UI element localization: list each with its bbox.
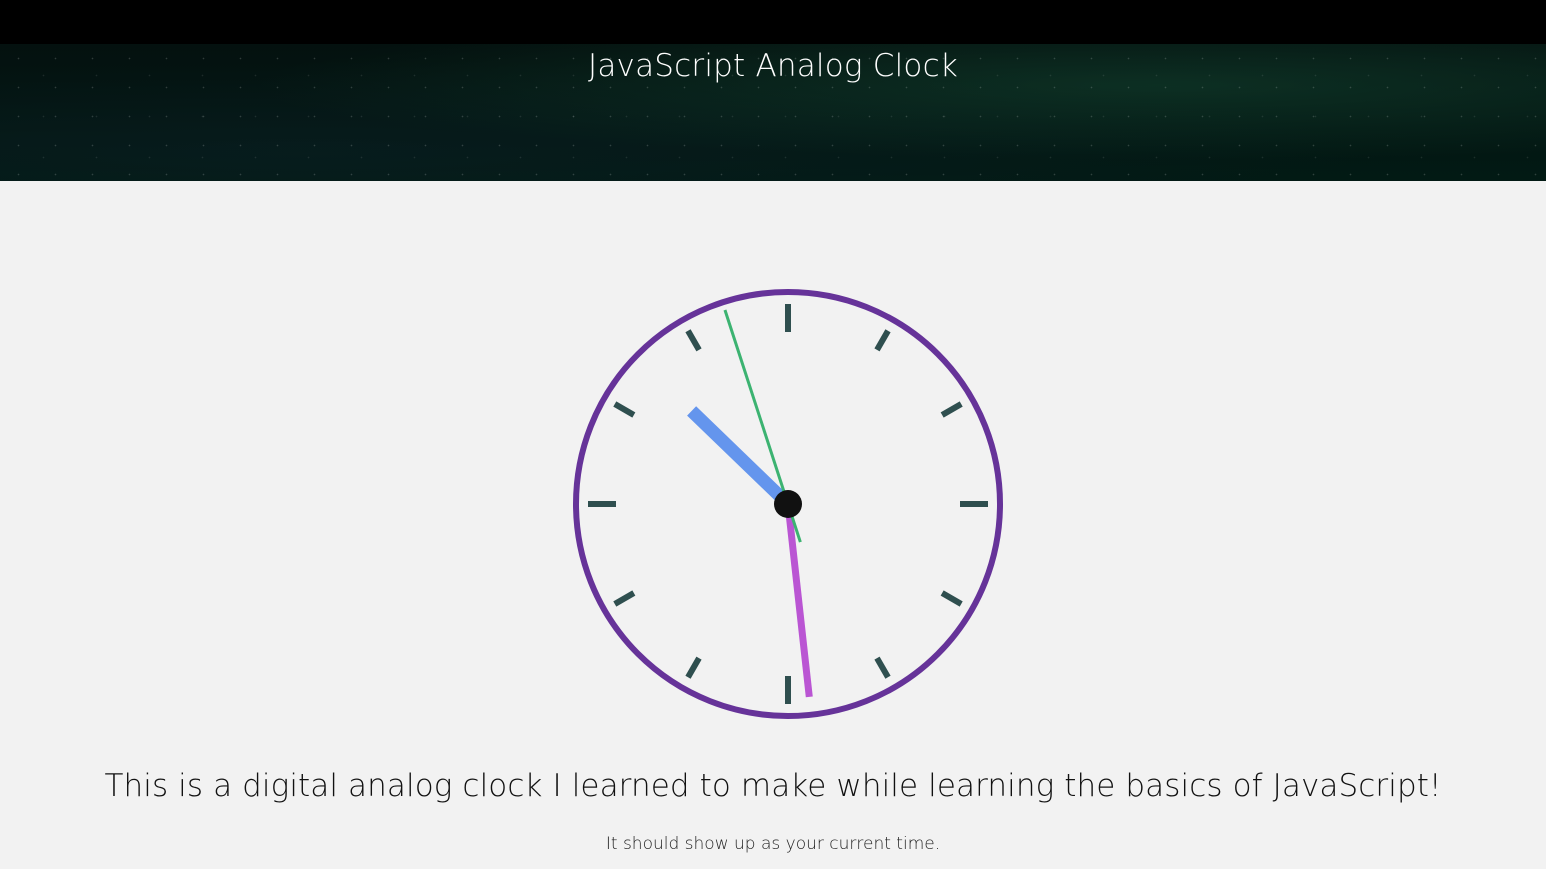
clock-center-pin bbox=[774, 490, 802, 518]
hero-banner: JavaScript Analog Clock bbox=[0, 44, 1546, 181]
description-text: This is a digital analog clock I learned… bbox=[104, 768, 1442, 804]
hour-tick bbox=[940, 590, 963, 607]
hour-tick bbox=[613, 590, 636, 607]
hour-tick bbox=[874, 329, 891, 352]
hour-tick bbox=[613, 401, 636, 418]
note-text: It should show up as your current time. bbox=[605, 834, 941, 854]
clock-face bbox=[573, 289, 1003, 719]
hour-tick bbox=[874, 656, 891, 679]
hour-tick bbox=[685, 656, 702, 679]
top-bar bbox=[0, 0, 1546, 44]
hour-tick bbox=[685, 329, 702, 352]
analog-clock bbox=[572, 288, 1004, 720]
hour-tick bbox=[940, 401, 963, 418]
page-title: JavaScript Analog Clock bbox=[588, 48, 958, 84]
